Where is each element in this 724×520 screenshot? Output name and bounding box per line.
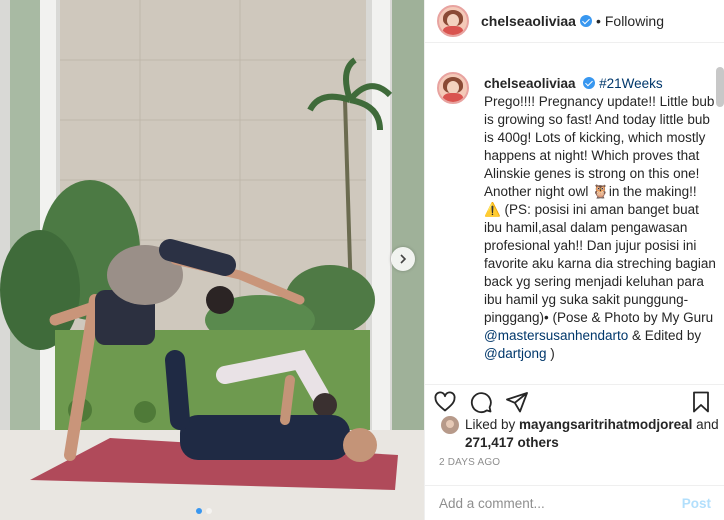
likes-count[interactable]: 271,417 others <box>465 435 559 450</box>
header-separator: • <box>595 13 601 29</box>
carousel-dots <box>196 508 212 514</box>
caption-body: Prego!!!! Pregnancy update!! Little bub … <box>484 94 716 325</box>
like-button[interactable] <box>433 390 457 414</box>
verified-badge-icon <box>583 77 596 89</box>
caption-scroll-area[interactable]: chelseaoliviaa #21Weeks Prego!!!! Pregna… <box>425 60 717 370</box>
comment-icon <box>470 391 492 413</box>
share-icon <box>506 391 528 412</box>
caption-text: chelseaoliviaa #21Weeks Prego!!!! Pregna… <box>484 75 717 363</box>
post-date[interactable]: 2 DAYS AGO <box>439 457 500 468</box>
caption-hashtag[interactable]: #21Weeks <box>599 76 663 91</box>
likes-and: and <box>692 417 719 432</box>
heart-icon <box>434 390 456 411</box>
caption-avatar[interactable] <box>437 72 469 104</box>
yoga-photo-illustration <box>0 0 424 520</box>
verified-badge-icon <box>579 15 592 27</box>
caption-row: chelseaoliviaa #21Weeks Prego!!!! Pregna… <box>425 60 717 363</box>
carousel-next-button[interactable] <box>391 247 415 271</box>
author-avatar[interactable] <box>437 5 469 37</box>
post-comment-button[interactable]: Post <box>682 496 711 511</box>
likes-summary: Liked by mayangsaritrihatmodjoreal and 27… <box>441 416 719 452</box>
bookmark-icon <box>693 391 709 412</box>
caption-body-2: & Edited by <box>628 328 702 343</box>
post-photo[interactable] <box>0 0 424 520</box>
caption-body-3: ) <box>546 346 555 361</box>
share-button[interactable] <box>505 390 529 414</box>
comment-form: Post <box>425 485 724 520</box>
following-button[interactable]: Following <box>605 13 664 29</box>
post-side-panel: chelseaoliviaa • Following chelseaolivia… <box>424 0 724 520</box>
liker-avatar[interactable] <box>441 416 459 434</box>
carousel-dot-active <box>196 508 202 514</box>
caption-scrollbar[interactable] <box>716 67 724 107</box>
chevron-right-icon <box>400 254 407 264</box>
likes-text: Liked by mayangsaritrihatmodjoreal and 27… <box>465 416 719 452</box>
author-username[interactable]: chelseaoliviaa <box>481 13 576 29</box>
comment-button[interactable] <box>469 390 493 414</box>
likes-prefix: Liked by <box>465 417 520 432</box>
caption-mention-editor[interactable]: @dartjong <box>484 346 547 361</box>
caption-username[interactable]: chelseaoliviaa <box>484 76 576 91</box>
comment-input[interactable] <box>439 495 682 511</box>
liked-by-username[interactable]: mayangsaritrihatmodjoreal <box>519 417 692 432</box>
save-button[interactable] <box>689 390 713 414</box>
caption-mention-master[interactable]: @mastersusanhendarto <box>484 328 628 343</box>
post-header: chelseaoliviaa • Following <box>425 0 724 43</box>
action-bar <box>425 384 724 418</box>
carousel-dot <box>206 508 212 514</box>
